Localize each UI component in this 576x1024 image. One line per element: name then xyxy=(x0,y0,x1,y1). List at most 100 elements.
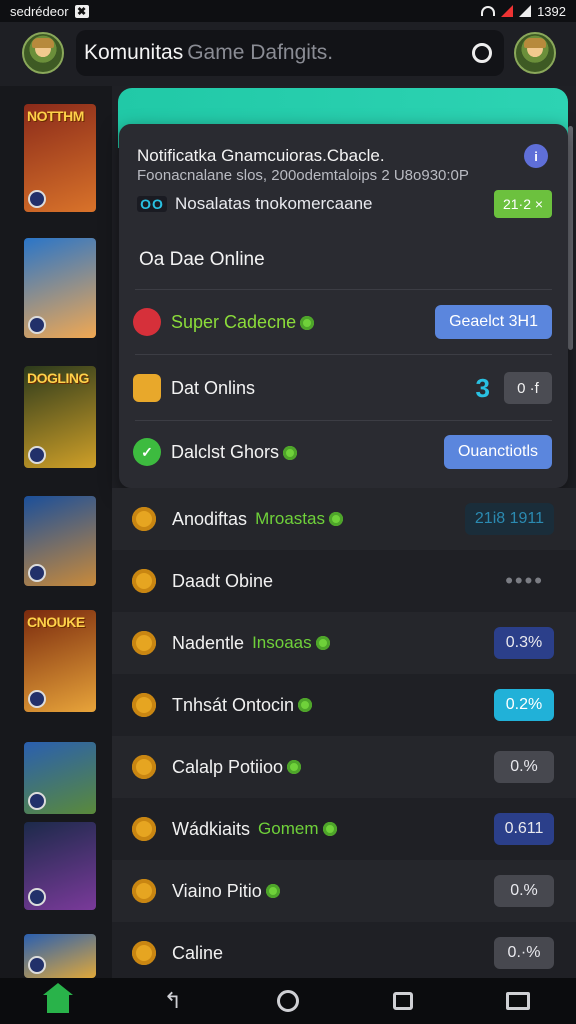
circle-icon[interactable] xyxy=(268,981,308,1021)
search-bar[interactable]: Komunitas Game Dafngits. xyxy=(76,30,504,76)
item-label: Calalp Potiioo xyxy=(172,756,284,777)
back-icon[interactable]: ↰ xyxy=(153,981,193,1021)
search-hint: Game Dafngits. xyxy=(187,41,334,64)
coin-icon xyxy=(132,569,156,593)
check-icon: ✓ xyxy=(133,438,161,466)
list-item[interactable]: Caline 0.·% xyxy=(112,922,576,984)
count-number: 3 xyxy=(475,372,490,403)
list-item[interactable]: Wádkiaits Gomem 0.611 xyxy=(112,798,576,860)
item-label: Anodiftas xyxy=(172,508,248,529)
item-pill[interactable]: 0.·% xyxy=(494,937,554,969)
coin-icon xyxy=(132,879,156,903)
card-section-title: Oa Dae Online xyxy=(139,249,265,270)
value-button[interactable]: 0 ·f xyxy=(504,372,552,404)
game-thumbnail[interactable]: DOGLING xyxy=(24,366,96,468)
item-label: Caline xyxy=(172,942,224,963)
item-pill[interactable]: 0.3% xyxy=(494,627,554,659)
more-icon[interactable]: •••• xyxy=(505,568,544,594)
game-thumbnail[interactable] xyxy=(24,238,96,338)
game-thumbnail[interactable]: CNOUKE xyxy=(24,610,96,712)
card-tag-text: Nosalatas tnokomercaane xyxy=(175,194,373,213)
badge-icon xyxy=(28,888,46,906)
leaf-icon xyxy=(265,884,280,898)
item-pill[interactable]: 0.611 xyxy=(494,813,554,845)
item-label: Daadt Obine xyxy=(172,570,274,591)
game-thumbnail[interactable]: NOTTHM xyxy=(24,104,96,212)
mail-icon[interactable] xyxy=(498,981,538,1021)
item-label: Viaino Pitio xyxy=(172,880,262,901)
chat-icon xyxy=(133,374,161,402)
item-pill[interactable]: 0.2% xyxy=(494,689,554,721)
list-item[interactable]: Daadt Obine •••• xyxy=(112,550,576,612)
card-row-label: Dat Onlins xyxy=(171,377,256,398)
item-label: Nadentle xyxy=(172,632,245,653)
item-sub: Insoaas xyxy=(252,633,312,652)
coin-icon xyxy=(132,817,156,841)
leaf-icon xyxy=(298,698,313,712)
list-item[interactable]: Calalp Potiioo 0.% xyxy=(112,736,576,798)
square-icon[interactable] xyxy=(383,981,423,1021)
card-row[interactable]: Super Cadecne Geaelct 3H1 xyxy=(133,302,552,342)
count-badge[interactable]: 21·2 × xyxy=(494,190,552,218)
badge-icon xyxy=(28,564,46,582)
coin-icon xyxy=(132,755,156,779)
divider xyxy=(135,289,552,290)
action-button[interactable]: Ouanctiotls xyxy=(443,435,552,469)
profile-avatar[interactable] xyxy=(514,32,556,74)
leaf-icon xyxy=(287,760,302,774)
item-pill[interactable]: 0.% xyxy=(494,751,554,783)
list-item[interactable]: Viaino Pitio 0.% xyxy=(112,860,576,922)
game-thumbnail[interactable] xyxy=(24,822,96,910)
scrollbar[interactable] xyxy=(568,126,573,350)
list-item[interactable]: Nadentle Insoaas 0.3% xyxy=(112,612,576,674)
coin-icon xyxy=(132,693,156,717)
item-sub: Mroastas xyxy=(255,509,325,528)
wifi-icon xyxy=(481,6,496,16)
select-button[interactable]: Geaelct 3H1 xyxy=(435,305,552,339)
game-title: CNOUKE xyxy=(27,614,85,630)
shield-icon xyxy=(133,308,161,336)
coin-icon xyxy=(132,507,156,531)
badge-icon xyxy=(28,446,46,464)
item-pill[interactable]: 21i8 1911 xyxy=(464,503,554,535)
divider xyxy=(135,420,552,421)
badge-icon xyxy=(28,316,46,334)
signal-icon xyxy=(501,5,514,17)
bottom-nav: ↰ xyxy=(0,978,576,1024)
leaf-icon xyxy=(283,445,298,460)
status-left-text: sedrédeor xyxy=(10,3,69,19)
game-title: DOGLING xyxy=(27,370,89,386)
game-thumbnail[interactable] xyxy=(24,742,96,814)
badge-icon xyxy=(28,190,46,208)
notification-card: Notificatka Gnamcuioras.Cbacle. Foonacna… xyxy=(119,124,568,488)
leaf-icon xyxy=(328,512,343,526)
home-icon[interactable] xyxy=(38,981,78,1021)
game-thumbnail[interactable] xyxy=(24,496,96,586)
signal-icon xyxy=(519,5,532,17)
notification-icon: ✖ xyxy=(74,4,89,18)
coin-icon xyxy=(132,631,156,655)
info-icon[interactable]: i xyxy=(524,144,548,168)
item-label: Tnhsát Ontocin xyxy=(172,694,295,715)
item-sub: Gomem xyxy=(258,819,319,838)
badge-icon xyxy=(28,792,46,810)
card-row-label: Super Cadecne xyxy=(171,312,315,333)
game-thumbnail[interactable] xyxy=(24,934,96,978)
app-header: Komunitas Game Dafngits. xyxy=(0,22,576,86)
clock: 1392 xyxy=(537,3,566,19)
item-label: Wádkiaits xyxy=(172,818,251,839)
user-avatar[interactable] xyxy=(22,32,64,74)
card-row[interactable]: ✓ Dalclst Ghors Ouanctiotls xyxy=(133,432,552,472)
list-item[interactable]: Tnhsát Ontocin 0.2% xyxy=(112,674,576,736)
card-title: Notificatka Gnamcuioras.Cbacle. xyxy=(137,146,385,165)
item-pill[interactable]: 0.% xyxy=(494,875,554,907)
leaf-icon xyxy=(300,315,315,330)
search-icon[interactable] xyxy=(472,43,492,63)
coin-icon xyxy=(132,941,156,965)
card-tag-row: OO Nosalatas tnokomercaane xyxy=(137,194,373,214)
gamepad-icon: OO xyxy=(137,196,167,212)
list-item[interactable]: Anodiftas Mroastas 21i8 1911 xyxy=(112,488,576,550)
card-subtitle: Foonacnalane slos, 200odemtaloips 2 U8o9… xyxy=(137,167,469,184)
card-row[interactable]: Dat Onlins 3 0 ·f xyxy=(133,368,552,408)
game-title: NOTTHM xyxy=(27,108,84,124)
